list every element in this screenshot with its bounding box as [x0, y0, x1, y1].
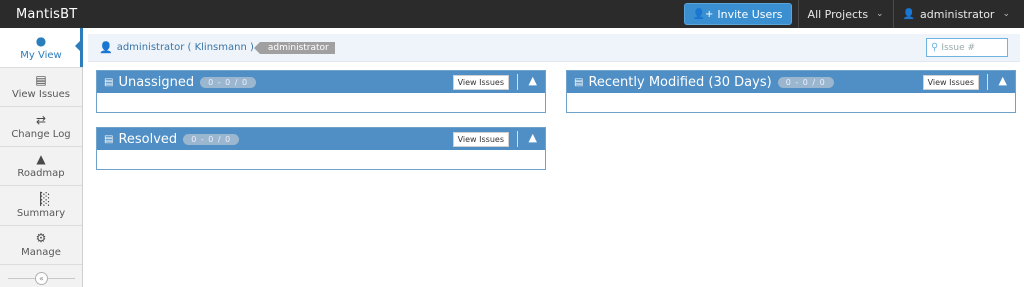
breadcrumb: 👤 administrator ( Klinsmann ) administra…: [88, 34, 1020, 62]
list-alt-icon: ▤: [104, 133, 114, 145]
user-icon: 👤: [902, 8, 916, 20]
project-selector-dropdown[interactable]: All Projects ⌄: [799, 0, 893, 28]
widget-body: [97, 93, 545, 112]
sidebar-item-label: Change Log: [11, 128, 71, 140]
breadcrumb-user-link[interactable]: administrator ( Klinsmann ): [117, 42, 254, 53]
widget-title: Resolved: [118, 131, 178, 147]
issue-search-placeholder: Issue #: [941, 42, 976, 53]
widget-title: Recently Modified (30 Days): [588, 74, 772, 90]
chevron-up-icon[interactable]: ▲: [529, 131, 537, 144]
view-issues-button[interactable]: View Issues: [922, 75, 979, 90]
bar-chart-icon: ▕░: [31, 191, 51, 206]
sidebar-item-label: Summary: [16, 207, 66, 219]
list-alt-icon: ▤: [104, 76, 114, 88]
dashboard-icon: ●: [35, 33, 47, 48]
widget-title: Unassigned: [118, 74, 195, 90]
sidebar-item-summary[interactable]: ▕░ Summary: [0, 186, 82, 226]
user-menu-dropdown[interactable]: 👤 administrator ⌄: [894, 0, 1024, 28]
brand-logo[interactable]: MantisBT: [0, 7, 684, 22]
chevron-down-icon: ⌄: [876, 9, 884, 19]
sidebar-item-manage[interactable]: ⚙ Manage: [0, 226, 82, 265]
widget-count-badge: 0 - 0 / 0: [183, 133, 240, 145]
double-chevron-left-icon: «: [39, 273, 44, 283]
chevron-down-icon: ⌄: [1002, 9, 1010, 19]
sidebar-item-change-log[interactable]: ⇄ Change Log: [0, 107, 82, 147]
list-alt-icon: ▤: [574, 76, 584, 88]
sidebar-item-label: Manage: [21, 247, 61, 259]
sidebar-item-label: My View: [20, 49, 62, 61]
widget-body: [97, 150, 545, 169]
widget-count-badge: 0 - 0 / 0: [200, 76, 257, 88]
sidebar-item-label: View Issues: [12, 89, 70, 101]
view-issues-button[interactable]: View Issues: [452, 75, 509, 90]
invite-users-button[interactable]: 👤+ Invite Users: [683, 3, 792, 25]
widget-unassigned: ▤ Unassigned 0 - 0 / 0 View Issues ▲: [96, 70, 546, 113]
widget-header: ▤ Recently Modified (30 Days) 0 - 0 / 0 …: [567, 71, 1015, 93]
road-icon: ▲: [36, 152, 46, 167]
widget-header-divider: [517, 74, 518, 90]
widget-header: ▤ Unassigned 0 - 0 / 0 View Issues ▲: [97, 71, 545, 93]
user-plus-icon: 👤+: [692, 8, 714, 20]
widget-header-divider: [987, 74, 988, 90]
user-icon: 👤: [99, 41, 113, 54]
widget-count-badge: 0 - 0 / 0: [777, 76, 834, 88]
sidebar-item-view-issues[interactable]: ▤ View Issues: [0, 68, 82, 107]
issue-search-field[interactable]: ⚲ Issue #: [926, 38, 1008, 57]
sidebar-item-roadmap[interactable]: ▲ Roadmap: [0, 147, 82, 186]
breadcrumb-role-tag: administrator: [253, 41, 335, 54]
sidebar-item-my-view[interactable]: ● My View: [0, 28, 83, 68]
user-menu-label: administrator: [920, 7, 995, 21]
widget-recently-modified: ▤ Recently Modified (30 Days) 0 - 0 / 0 …: [566, 70, 1016, 113]
sidebar: ● My View ▤ View Issues ⇄ Change Log ▲ R…: [0, 28, 83, 287]
widget-header: ▤ Resolved 0 - 0 / 0 View Issues ▲: [97, 128, 545, 150]
chevron-up-icon[interactable]: ▲: [529, 74, 537, 87]
retweet-icon: ⇄: [35, 112, 47, 127]
search-icon: ⚲: [931, 42, 939, 53]
widget-body: [567, 93, 1015, 112]
sidebar-collapse-button[interactable]: «: [35, 271, 48, 285]
sidebar-collapse-area: «: [0, 269, 83, 287]
widget-header-divider: [517, 131, 518, 147]
sidebar-item-label: Roadmap: [17, 168, 65, 180]
gears-icon: ⚙: [35, 231, 47, 246]
list-icon: ▤: [35, 73, 47, 88]
top-navbar: MantisBT 👤+ Invite Users All Projects ⌄ …: [0, 0, 1024, 28]
project-selector-label: All Projects: [807, 7, 869, 21]
invite-users-label: Invite Users: [717, 7, 783, 21]
widget-resolved: ▤ Resolved 0 - 0 / 0 View Issues ▲: [96, 127, 546, 170]
chevron-up-icon[interactable]: ▲: [999, 74, 1007, 87]
view-issues-button[interactable]: View Issues: [452, 132, 509, 147]
